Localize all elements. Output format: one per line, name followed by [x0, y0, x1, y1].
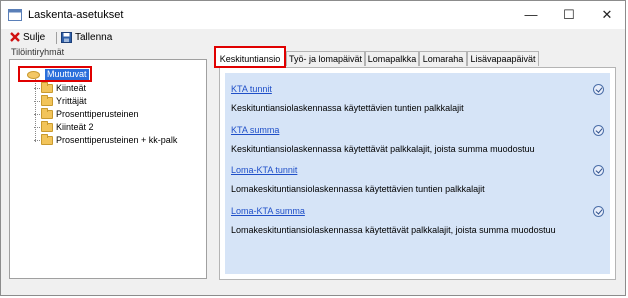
tree-connector	[34, 101, 40, 103]
tab-lomapalkka[interactable]: Lomapalkka	[365, 51, 419, 66]
folder-icon	[41, 82, 53, 94]
tree-item-label: Kiinteät 2	[56, 122, 94, 132]
tree-item-label: Prosenttiperusteinen	[56, 109, 139, 119]
tree-connector	[34, 114, 40, 116]
tree-item-label: Kiinteät	[56, 83, 87, 93]
group-tree[interactable]: Kiinteät Yrittäjät Prosenttiperusteinen …	[9, 59, 207, 279]
kta-tunnit-link[interactable]: KTA tunnit	[231, 84, 272, 94]
tree-item[interactable]: Prosenttiperusteinen + kk-palk	[34, 134, 177, 147]
tree-item-selected[interactable]: Muuttuvat	[18, 66, 92, 82]
checkmark-icon	[593, 165, 604, 176]
close-button-label: Sulje	[23, 32, 46, 43]
tree-item-label: Prosenttiperusteinen + kk-palk	[56, 135, 178, 145]
folder-icon	[41, 95, 53, 107]
tree-item[interactable]: Kiinteät	[34, 82, 86, 95]
open-folder-icon	[27, 71, 40, 79]
tab-tyo-ja-lomapaivat[interactable]: Työ- ja lomapäivät	[286, 51, 365, 66]
checkmark-icon	[593, 206, 604, 217]
tab-lisavapaapaivat[interactable]: Lisävapaapäivät	[467, 51, 539, 66]
save-button[interactable]: Tallenna	[61, 30, 112, 46]
tree-item-selected-label: Muuttuvat	[45, 69, 89, 80]
folder-icon	[41, 134, 53, 146]
settings-list: KTA tunnit Keskituntiansiolaskennassa kä…	[225, 73, 610, 274]
tab-keskituntiansio[interactable]: Keskituntiansio	[214, 46, 286, 68]
save-button-label: Tallenna	[75, 32, 113, 43]
close-button[interactable]: Sulje	[10, 30, 45, 46]
kta-summa-link[interactable]: KTA summa	[231, 125, 279, 135]
app-window-icon	[8, 9, 22, 21]
title-bar: Laskenta-asetukset — ☐ ✕	[1, 1, 625, 29]
close-window-button[interactable]: ✕	[589, 1, 625, 29]
tree-item[interactable]: Kiinteät 2	[34, 121, 94, 134]
loma-kta-summa-link[interactable]: Loma-KTA summa	[231, 206, 305, 216]
checkmark-icon	[593, 125, 604, 136]
kta-summa-description: Keskituntiansiolaskennassa käytettävät p…	[231, 144, 535, 154]
toolbar: Sulje Tallenna	[1, 29, 625, 47]
save-icon	[61, 31, 72, 43]
toolbar-separator	[56, 32, 57, 44]
loma-kta-tunnit-link[interactable]: Loma-KTA tunnit	[231, 165, 297, 175]
tree-item-label: Yrittäjät	[56, 96, 87, 106]
tab-panel: KTA tunnit Keskituntiansiolaskennassa kä…	[219, 67, 616, 280]
tree-item[interactable]: Prosenttiperusteinen	[34, 108, 139, 121]
tree-group-label: Tilöintiryhmät	[11, 47, 65, 57]
loma-kta-tunnit-description: Lomakeskituntiansiolaskennassa käytettäv…	[231, 184, 485, 194]
red-x-icon	[10, 32, 20, 43]
folder-icon	[41, 121, 53, 133]
window-title: Laskenta-asetukset	[28, 9, 124, 21]
tab-lomaraha[interactable]: Lomaraha	[419, 51, 467, 66]
tree-item[interactable]: Yrittäjät	[34, 95, 87, 108]
kta-tunnit-description: Keskituntiansiolaskennassa käytettävien …	[231, 103, 464, 113]
tree-connector	[34, 88, 40, 90]
folder-icon	[41, 108, 53, 120]
tree-connector	[34, 127, 40, 129]
settings-window: Laskenta-asetukset — ☐ ✕ Sulje Tallenna …	[0, 0, 626, 296]
loma-kta-summa-description: Lomakeskituntiansiolaskennassa käytettäv…	[231, 225, 556, 235]
checkmark-icon	[593, 84, 604, 95]
maximize-button[interactable]: ☐	[551, 1, 587, 29]
minimize-button[interactable]: —	[513, 1, 549, 29]
tree-connector	[34, 140, 40, 142]
